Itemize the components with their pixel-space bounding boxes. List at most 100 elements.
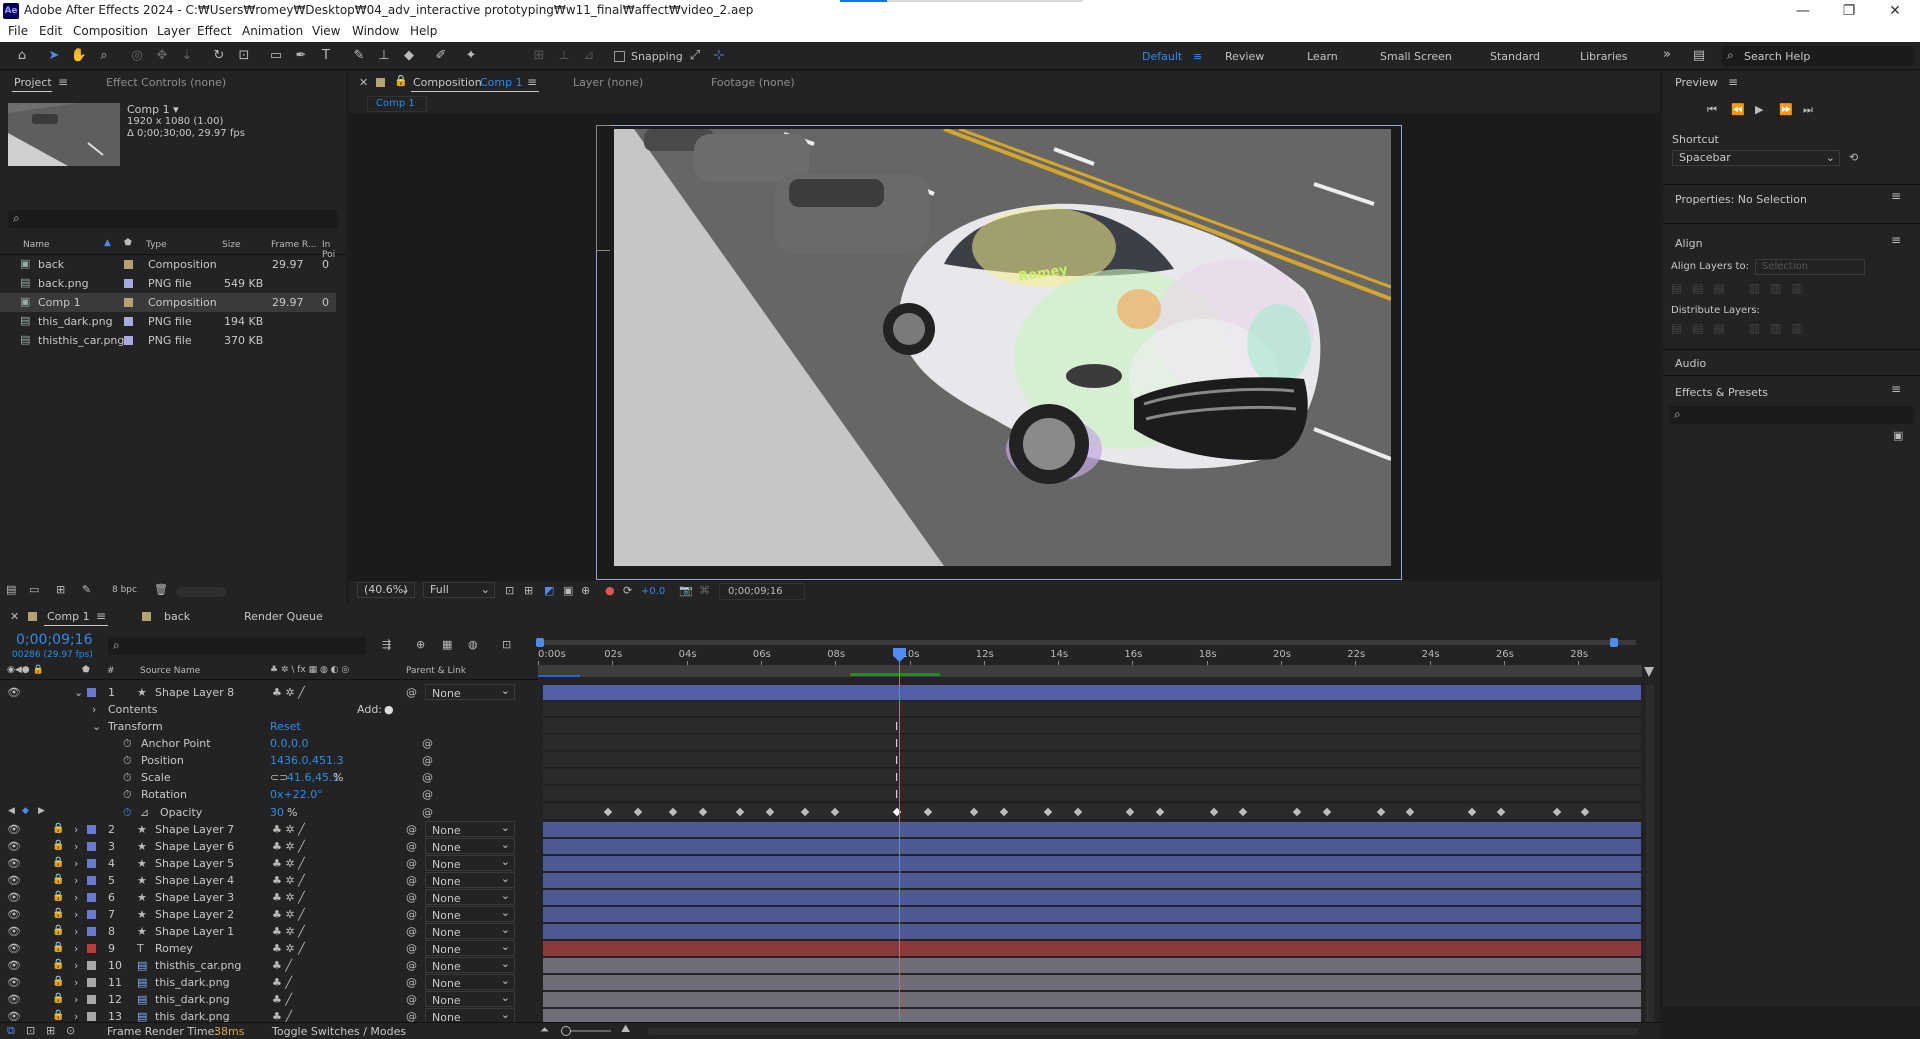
pan-camera-icon[interactable]: ✥	[153, 47, 171, 65]
next-keyframe-icon[interactable]: ▶	[38, 806, 45, 816]
menu-file[interactable]: File	[8, 24, 28, 38]
project-item-row[interactable]: ▤ thisthis_car.png PNG file 370 KB	[0, 331, 336, 350]
close-tab-icon[interactable]: ✕	[10, 610, 19, 623]
graph-editor-icon[interactable]: ⊡	[502, 638, 511, 651]
layer-name[interactable]: Shape Layer 6	[155, 840, 234, 853]
switches-icons[interactable]: ♣ ✲ \ fx ▦ ◍ ◐ ◎	[270, 665, 349, 675]
parent-dropdown[interactable]: None ⌄	[425, 923, 515, 939]
col-name[interactable]: Name	[23, 240, 50, 250]
layer-name[interactable]: Shape Layer 2	[155, 908, 234, 921]
transform-reset-link[interactable]: Reset	[270, 720, 301, 733]
comp-breadcrumb[interactable]: Comp 1	[367, 96, 427, 112]
snapping-checkbox[interactable]	[614, 51, 625, 62]
stopwatch-icon[interactable]: ⏱	[123, 754, 132, 768]
pickwhip-icon[interactable]: @	[406, 942, 417, 955]
label-color-swatch[interactable]	[124, 260, 133, 269]
transfer-controls-toggle-icon[interactable]: ⊡	[26, 1024, 35, 1037]
pickwhip-icon[interactable]: @	[406, 908, 417, 921]
lock-icon[interactable]: 🔒	[52, 976, 64, 987]
col-type[interactable]: Type	[146, 240, 167, 250]
snap-edges-icon[interactable]: ⤢	[686, 47, 704, 65]
workspace-default[interactable]: Default	[1142, 50, 1182, 63]
expression-pickwhip-icon[interactable]: @	[422, 788, 433, 801]
property-value[interactable]: 0x+22.0°	[270, 788, 323, 801]
layer-switches-icon[interactable]: ♣ ╱	[272, 976, 292, 989]
puppet-pin-icon[interactable]: ✦	[462, 47, 480, 65]
stopwatch-icon[interactable]: ⏱	[123, 737, 132, 751]
layer-row[interactable]: 👁 ⌄ 1 ★ Shape Layer 8 ♣ ✲ ╱ @ None ⌄	[0, 684, 538, 701]
timeline-h-scrollbar[interactable]	[648, 1028, 1638, 1035]
close-icon[interactable]: ✕	[1872, 0, 1918, 22]
work-area-end-marker[interactable]	[1644, 667, 1654, 677]
layer-row[interactable]: 👁 🔒 › 11 ▤ this_dark.png ♣ ╱ @ None ⌄	[0, 974, 538, 991]
lock-icon[interactable]: 🔒	[52, 1010, 64, 1021]
contents-group-row[interactable]: › Contents Add: ●	[0, 701, 538, 718]
property-row[interactable]: ⏱ Position 1436.0,451.3 @	[0, 752, 538, 769]
lock-icon[interactable]: 🔒	[52, 925, 64, 936]
eye-icon[interactable]: 👁	[7, 891, 21, 904]
timeline-zoom-slider[interactable]	[561, 1026, 611, 1036]
parent-dropdown[interactable]: None ⌄	[425, 889, 515, 905]
menu-view[interactable]: View	[312, 24, 340, 38]
expression-pickwhip-icon[interactable]: @	[422, 754, 433, 767]
label-tag-icon[interactable]: ⬟	[82, 665, 90, 675]
layer-row[interactable]: 👁 🔒 › 8 ★ Shape Layer 1 ♣ ✲ ╱ @ None ⌄	[0, 923, 538, 940]
property-value[interactable]: 0.0,0.0	[270, 737, 308, 750]
chevron-down-icon[interactable]: ⌄	[74, 686, 83, 699]
reset-shortcut-icon[interactable]: ⟲	[1849, 151, 1858, 164]
layer-duration-bar[interactable]	[543, 839, 1641, 854]
layer-switches-icon[interactable]: ♣ ✲ ╱	[272, 925, 305, 938]
tab-composition[interactable]: Composition	[413, 76, 482, 89]
zoom-slider-thumb[interactable]	[561, 1026, 571, 1036]
zoom-tool-icon[interactable]: ⌕	[95, 47, 113, 65]
close-tab-icon[interactable]: ✕	[359, 76, 368, 89]
label-color-swatch[interactable]	[87, 944, 96, 953]
property-row[interactable]: ⏱ Anchor Point 0.0,0.0 @	[0, 735, 538, 752]
layer-duration-bar[interactable]	[543, 958, 1641, 973]
layer-duration-bar[interactable]	[543, 890, 1641, 905]
layer-switches-icon[interactable]: ♣ ✲ ╱	[272, 857, 305, 870]
rotate-tool-icon[interactable]: ↻	[210, 47, 228, 65]
layer-switches-icon[interactable]: ♣ ✲ ╱	[272, 908, 305, 921]
last-frame-icon[interactable]: ⏭	[1803, 103, 1813, 117]
tab-project[interactable]: Project	[14, 76, 52, 89]
layer-duration-bar[interactable]	[543, 992, 1641, 1007]
add-keyframe-icon[interactable]: ◆	[22, 806, 29, 816]
workspace-menu-icon[interactable]: ≡	[1193, 50, 1202, 63]
layer-duration-bar[interactable]	[543, 941, 1641, 956]
layer-switches-icon[interactable]: ♣ ✲ ╱	[272, 942, 305, 955]
clone-stamp-icon[interactable]: ⊥	[375, 47, 393, 65]
layer-duration-bar[interactable]	[543, 873, 1641, 888]
axis-local-icon[interactable]: ⊞	[530, 47, 548, 65]
effects-menu-icon[interactable]: ≡	[1891, 382, 1901, 396]
render-time-toggle-icon[interactable]: ⊙	[66, 1024, 75, 1037]
orbit-camera-icon[interactable]: ◎	[128, 47, 146, 65]
pickwhip-icon[interactable]: @	[406, 925, 417, 938]
pickwhip-icon[interactable]: @	[406, 686, 417, 699]
label-color-swatch[interactable]	[87, 978, 96, 987]
menu-window[interactable]: Window	[352, 24, 399, 38]
layer-row[interactable]: 👁 🔒 › 7 ★ Shape Layer 2 ♣ ✲ ╱ @ None ⌄	[0, 906, 538, 923]
label-color-swatch[interactable]	[87, 688, 96, 697]
layer-duration-bar[interactable]	[543, 975, 1641, 990]
av-features-icon[interactable]: ◉◀● 🔒	[7, 665, 44, 675]
parent-dropdown[interactable]: None ⌄	[425, 872, 515, 888]
chevron-right-icon[interactable]: ›	[74, 908, 78, 921]
parent-dropdown[interactable]: None ⌄	[425, 821, 515, 837]
axis-view-icon[interactable]: ⊿	[580, 47, 598, 65]
lock-icon[interactable]: 🔒	[52, 959, 64, 970]
lock-icon[interactable]: 🔒	[52, 823, 64, 834]
layer-switches-icon[interactable]: ♣ ✲ ╱	[272, 874, 305, 887]
menu-layer[interactable]: Layer	[157, 24, 190, 38]
thumbnail-size-slider[interactable]	[176, 587, 226, 597]
project-search-input[interactable]: ⌕	[8, 210, 338, 228]
transparency-grid-icon[interactable]: ⊞	[524, 584, 533, 597]
chevron-down-icon[interactable]: ⌄	[92, 720, 101, 733]
col-size[interactable]: Size	[222, 240, 240, 250]
workspace-libraries[interactable]: Libraries	[1580, 50, 1628, 63]
col-frame-rate[interactable]: Frame R...	[271, 240, 316, 250]
property-value[interactable]: 1436.0,451.3	[270, 754, 343, 767]
chevron-right-icon[interactable]: ›	[74, 959, 78, 972]
align-buttons-row[interactable]: ▤▤▤ ▥▥▥	[1671, 281, 1813, 295]
layer-name[interactable]: thisthis_car.png	[155, 959, 241, 972]
